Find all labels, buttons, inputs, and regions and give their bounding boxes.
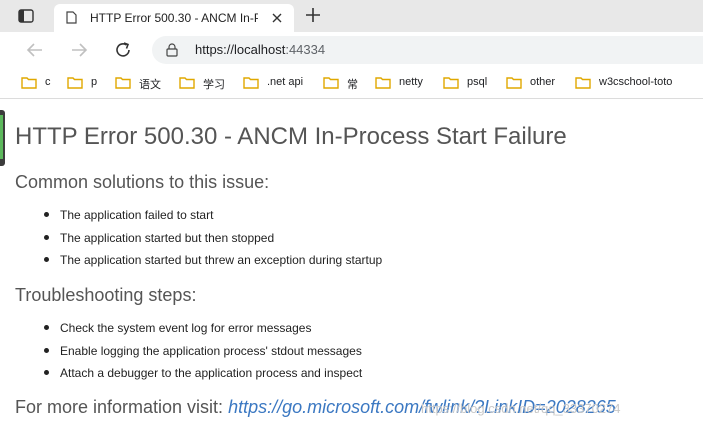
folder-icon (179, 77, 195, 89)
bookmark-label: 学习 (203, 79, 225, 91)
solution-item: The application started but then stopped (60, 231, 275, 245)
folder-icon (243, 77, 259, 89)
url-port: :44334 (285, 42, 326, 57)
bookmark-label: w3cschool-toto (599, 76, 673, 88)
tab-strip: HTTP Error 500.30 - ANCM In-Process Star… (0, 0, 703, 32)
troubleshooting-item: Check the system event log for error mes… (60, 321, 312, 335)
lock-icon[interactable] (166, 43, 178, 57)
url-host: https://localhost (195, 42, 286, 57)
solution-item: The application started but threw an exc… (60, 253, 383, 267)
solution-item: The application failed to start (60, 208, 214, 222)
bookmark-label: 语文 (139, 79, 161, 91)
reload-icon[interactable] (114, 41, 132, 59)
folder-icon (443, 77, 459, 89)
bullet (44, 235, 49, 240)
folder-icon (375, 77, 391, 89)
bookmark-label: 常 (347, 79, 358, 91)
tab-title: HTTP Error 500.30 - ANCM In-Process Star… (90, 11, 258, 25)
url-text[interactable]: https://localhost:44334 (195, 42, 325, 57)
folder-icon (115, 77, 131, 89)
folder-icon (67, 77, 83, 89)
tab-actions-icon[interactable] (18, 8, 34, 24)
bookmark-label: netty (399, 76, 423, 88)
arrow-right-icon[interactable] (70, 41, 88, 59)
page-content: HTTP Error 500.30 - ANCM In-Process Star… (0, 99, 703, 429)
close-icon[interactable] (271, 12, 283, 24)
bookmark-label: psql (467, 76, 488, 88)
address-bar[interactable]: https://localhost:44334 (152, 36, 703, 64)
bookmark-label: c (45, 76, 51, 88)
folder-icon (323, 77, 339, 89)
bullet (44, 348, 49, 353)
bullet (44, 212, 49, 217)
troubleshooting-item: Enable logging the application process' … (60, 344, 362, 358)
bullet (44, 325, 49, 330)
browser-tab[interactable]: HTTP Error 500.30 - ANCM In-Process Star… (54, 4, 294, 32)
troubleshooting-item: Attach a debugger to the application pro… (60, 366, 363, 380)
folder-icon (506, 77, 522, 89)
bullet (44, 370, 49, 375)
more-info-label: For more information visit: (15, 397, 224, 417)
browser-toolbar: https://localhost:44334 (0, 32, 703, 68)
plus-icon[interactable] (305, 7, 321, 23)
bookmarks-bar: c p 语文 学习 .net api 常 netty psql other w3… (0, 68, 703, 99)
folder-icon (575, 77, 591, 89)
arrow-left-icon[interactable] (26, 41, 44, 59)
troubleshooting-heading: Troubleshooting steps: (15, 285, 197, 305)
bullet (44, 257, 49, 262)
bookmark-label: .net api (267, 76, 304, 88)
watermark: https://blog.csdn.net/qq_33370274 (421, 401, 621, 416)
bookmark-label: p (91, 76, 98, 88)
bookmark-label: other (530, 76, 556, 88)
scroll-indicator-fill (0, 115, 3, 159)
page-title: HTTP Error 500.30 - ANCM In-Process Star… (15, 123, 567, 150)
page-icon (66, 11, 77, 24)
folder-icon (21, 77, 37, 89)
solutions-heading: Common solutions to this issue: (15, 172, 270, 192)
